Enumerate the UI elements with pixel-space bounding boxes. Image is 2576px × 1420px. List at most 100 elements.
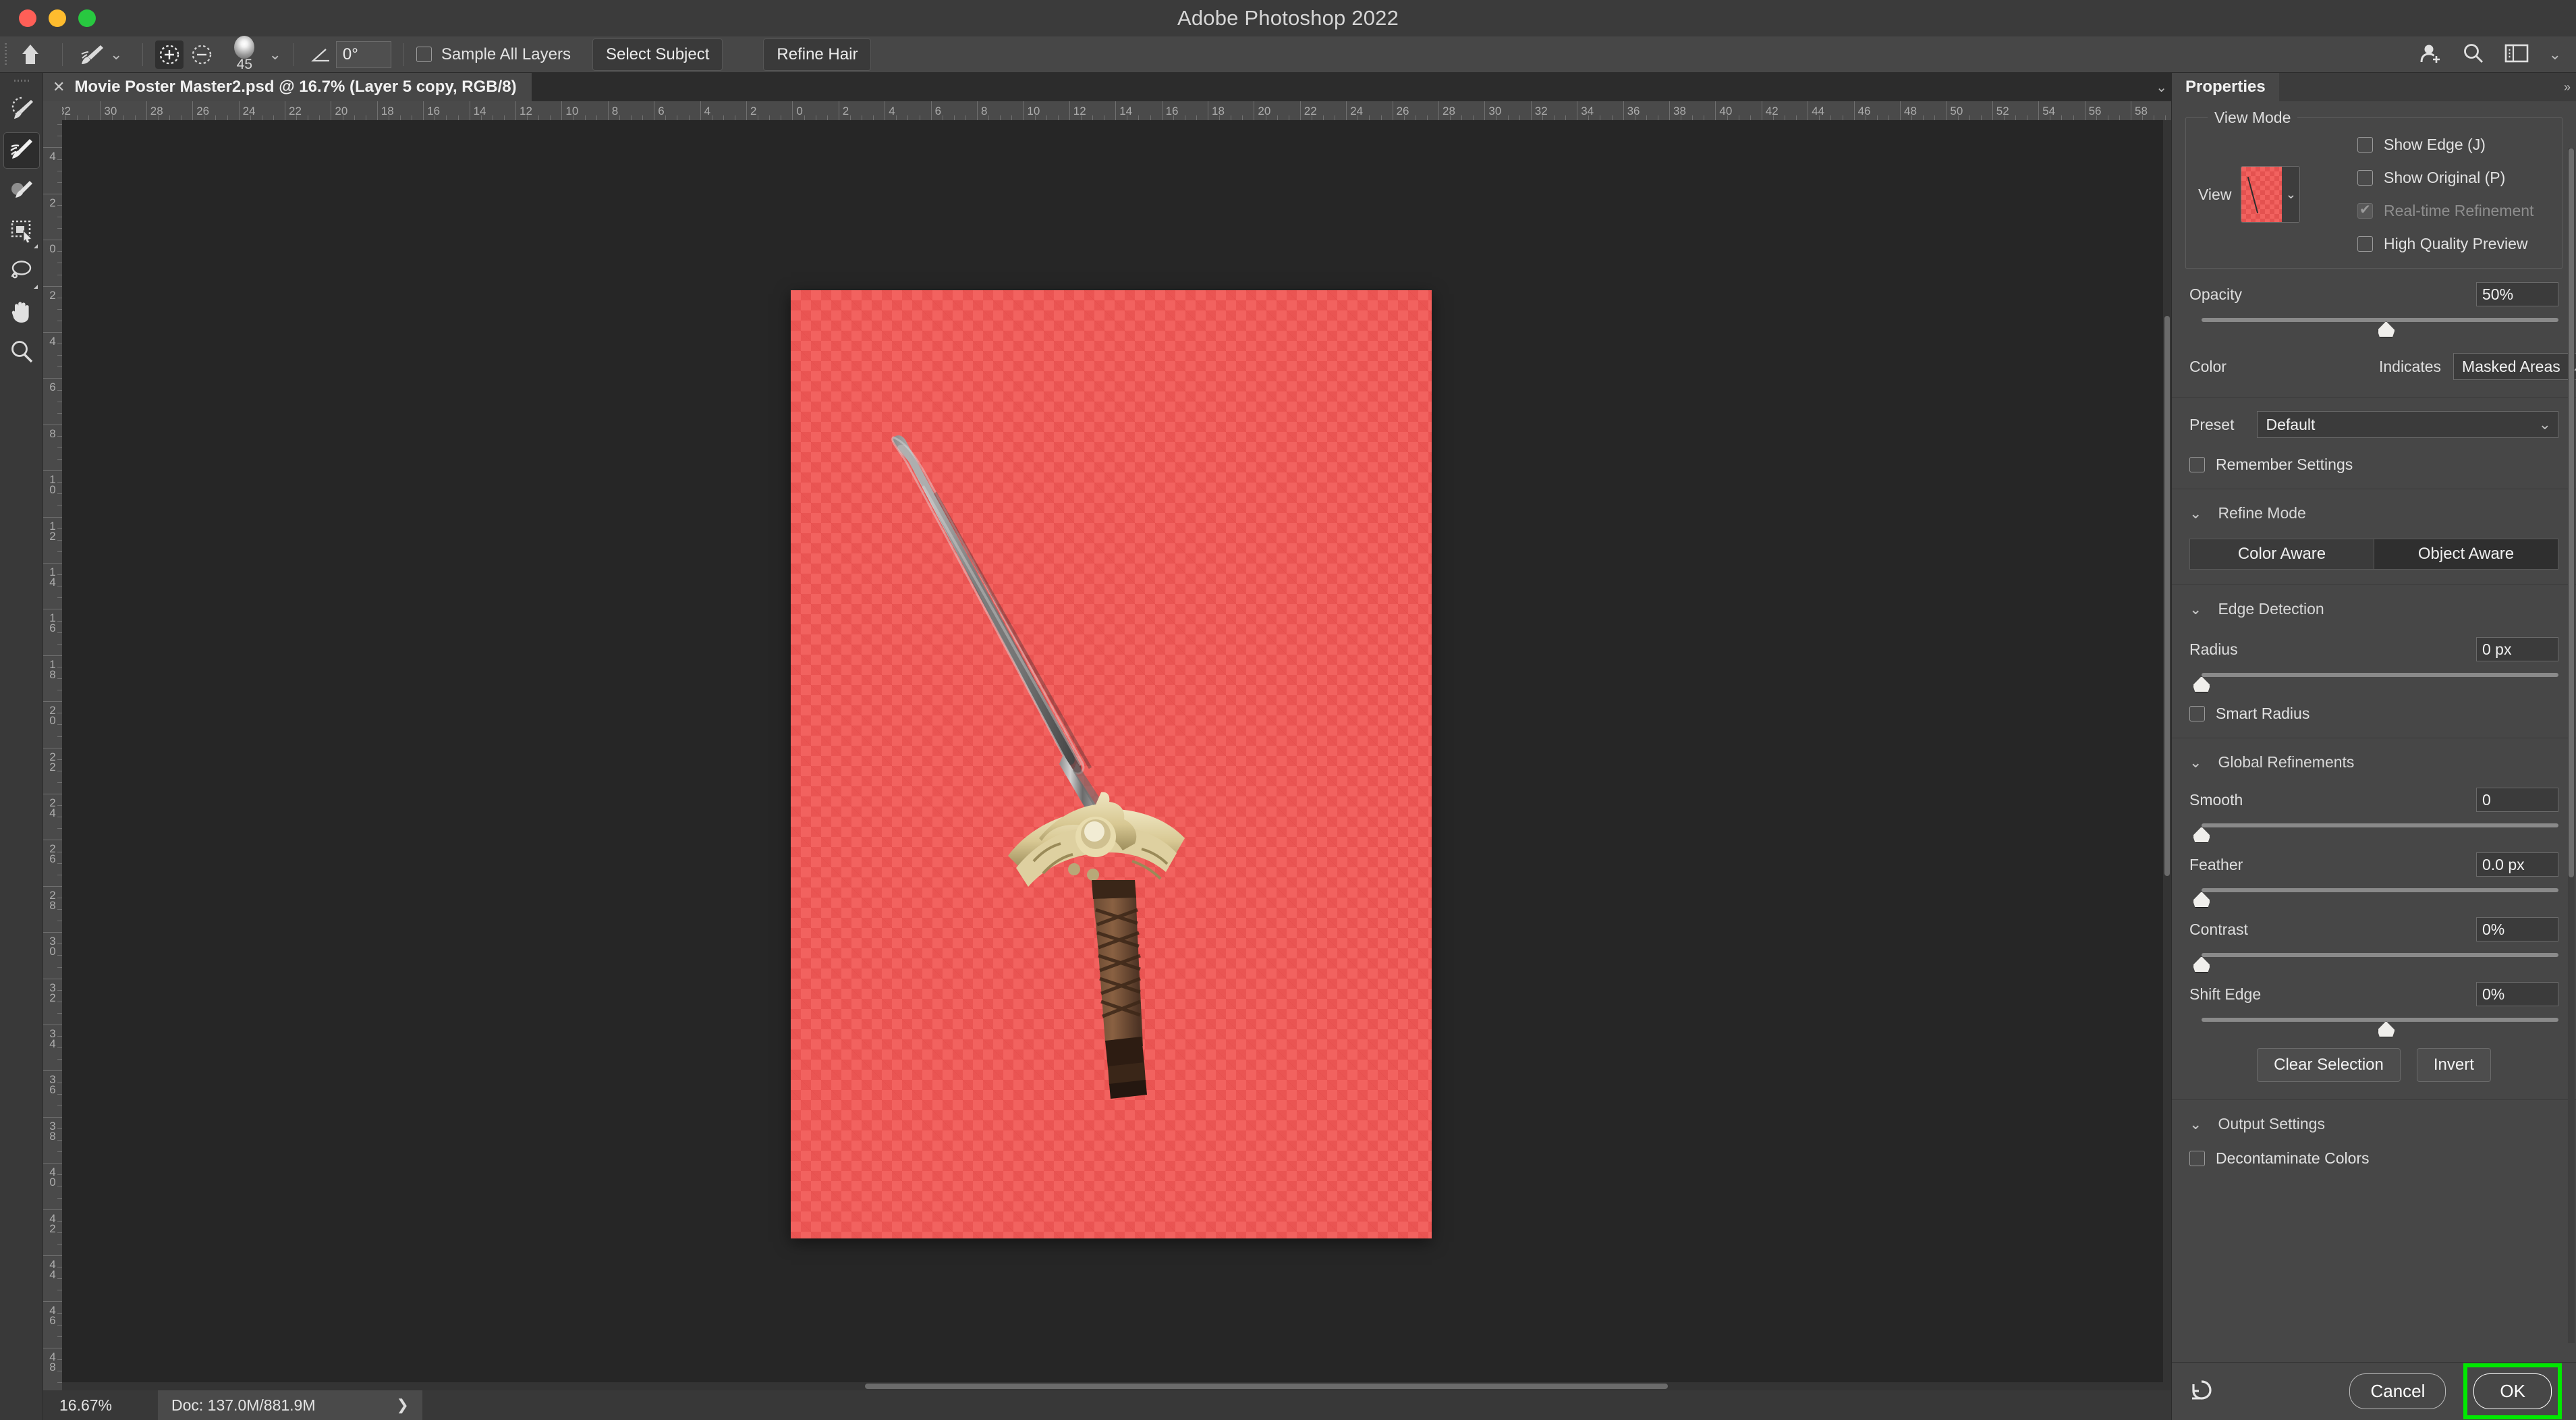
ruler-tick bbox=[931, 101, 932, 120]
checkbox-remember-settings[interactable]: Remember Settings bbox=[2172, 443, 2576, 489]
cancel-button[interactable]: Cancel bbox=[2349, 1373, 2446, 1409]
contrast-input[interactable]: 0% bbox=[2476, 917, 2558, 941]
properties-panel-scrollbar[interactable] bbox=[2568, 148, 2575, 1343]
ok-button[interactable]: OK bbox=[2473, 1373, 2552, 1409]
sidebar-item-brush-tool[interactable] bbox=[3, 173, 40, 209]
scrollbar-thumb[interactable] bbox=[2164, 316, 2170, 876]
canvas-workspace[interactable] bbox=[62, 120, 2171, 1390]
sidebar-item-lasso-tool[interactable] bbox=[3, 254, 40, 290]
checkbox-show-edge[interactable]: Show Edge (J) bbox=[2357, 136, 2533, 154]
checkbox-label: Real-time Refinement bbox=[2384, 202, 2533, 220]
feather-slider[interactable] bbox=[2189, 886, 2558, 906]
view-mode-dropdown[interactable]: ⌄ bbox=[2241, 166, 2300, 223]
sidebar-item-refine-edge-brush-tool[interactable] bbox=[3, 132, 40, 169]
close-icon[interactable]: ✕ bbox=[53, 78, 65, 96]
checkbox-smart-radius[interactable]: Smart Radius bbox=[2172, 694, 2576, 738]
radius-slider[interactable] bbox=[2189, 671, 2558, 691]
feather-input[interactable]: 0.0 px bbox=[2476, 852, 2558, 877]
section-header-output-settings[interactable]: ⌄ Output Settings bbox=[2172, 1100, 2576, 1140]
chevron-down-icon[interactable]: ⌄ bbox=[2189, 505, 2202, 522]
brush-angle-input[interactable]: 0° bbox=[336, 41, 391, 68]
ruler-minor-tick bbox=[1461, 115, 1462, 120]
chevron-down-icon[interactable]: ⌄ bbox=[2156, 79, 2167, 96]
brush-subtract-icon[interactable] bbox=[188, 40, 216, 69]
sidebar-item-zoom-tool[interactable] bbox=[3, 335, 40, 371]
shift-edge-slider[interactable] bbox=[2189, 1016, 2558, 1036]
ruler-minor-tick bbox=[550, 115, 551, 120]
sidebar-item-hand-tool[interactable] bbox=[3, 294, 40, 331]
chevron-down-icon[interactable]: ⌄ bbox=[2549, 47, 2561, 62]
chevron-down-icon[interactable]: ⌄ bbox=[2189, 1116, 2202, 1133]
checkbox-show-original[interactable]: Show Original (P) bbox=[2357, 169, 2533, 187]
preset-select[interactable]: Default ⌄ bbox=[2257, 411, 2558, 438]
brush-size-preview[interactable]: 45 bbox=[225, 36, 263, 73]
share-user-icon[interactable] bbox=[2419, 42, 2442, 68]
tools-panel-grip[interactable] bbox=[0, 73, 43, 88]
chevron-right-icon[interactable]: ❯ bbox=[397, 1396, 409, 1414]
opacity-input[interactable]: 50% bbox=[2476, 282, 2558, 306]
canvas-vertical-scrollbar[interactable] bbox=[2163, 120, 2171, 1390]
slider-knob[interactable] bbox=[2193, 676, 2210, 692]
slider-knob[interactable] bbox=[2378, 321, 2395, 337]
smooth-slider[interactable] bbox=[2189, 821, 2558, 842]
workspace-icon[interactable] bbox=[2504, 44, 2529, 66]
chevron-down-icon[interactable]: ⌄ bbox=[2189, 754, 2202, 771]
section-header-global-refinements[interactable]: ⌄ Global Refinements bbox=[2172, 738, 2576, 778]
scrollbar-thumb[interactable] bbox=[2569, 148, 2574, 877]
artboard-masked-overlay[interactable] bbox=[791, 290, 1432, 1238]
ruler-label: 3 6 bbox=[47, 1074, 58, 1095]
shift-edge-input[interactable]: 0% bbox=[2476, 982, 2558, 1006]
opacity-slider[interactable] bbox=[2189, 316, 2558, 336]
zoom-level[interactable]: 16.67% bbox=[43, 1396, 158, 1415]
ruler-minor-tick bbox=[527, 115, 528, 120]
document-info[interactable]: Doc: 137.0M/881.9M ❯ bbox=[158, 1390, 422, 1420]
tab-properties[interactable]: Properties bbox=[2172, 73, 2279, 101]
scrollbar-thumb[interactable] bbox=[865, 1384, 1668, 1389]
checkbox-decontaminate-colors[interactable]: Decontaminate Colors bbox=[2172, 1140, 2576, 1168]
tool-more-indicator bbox=[34, 244, 38, 248]
home-icon[interactable] bbox=[11, 43, 50, 66]
ruler-label: 6 bbox=[935, 105, 941, 118]
checkbox-high-quality-preview[interactable]: High Quality Preview bbox=[2357, 235, 2533, 253]
contrast-control: Contrast 0% bbox=[2172, 908, 2576, 973]
section-header-edge-detection[interactable]: ⌄ Edge Detection bbox=[2172, 585, 2576, 625]
canvas-horizontal-scrollbar[interactable] bbox=[62, 1382, 2171, 1390]
invert-button[interactable]: Invert bbox=[2417, 1048, 2491, 1082]
ruler-minor-tick bbox=[1000, 115, 1001, 120]
document-tab[interactable]: ✕ Movie Poster Master2.psd @ 16.7% (Laye… bbox=[43, 73, 532, 101]
chevron-down-icon[interactable]: ⌄ bbox=[2282, 167, 2299, 222]
slider-knob[interactable] bbox=[2378, 1021, 2395, 1037]
slider-knob[interactable] bbox=[2193, 892, 2210, 908]
segment-object-aware[interactable]: Object Aware bbox=[2374, 539, 2558, 570]
sidebar-item-quick-selection-tool[interactable] bbox=[3, 92, 40, 128]
options-bar-grip[interactable] bbox=[0, 36, 11, 73]
segment-color-aware[interactable]: Color Aware bbox=[2189, 539, 2374, 570]
chevron-down-icon[interactable]: ⌄ bbox=[269, 47, 281, 62]
ruler-label: 22 bbox=[1304, 105, 1317, 118]
ruler-minor-tick bbox=[57, 782, 62, 783]
search-icon[interactable] bbox=[2463, 43, 2484, 67]
select-subject-button[interactable]: Select Subject bbox=[592, 38, 723, 71]
brush-add-icon[interactable] bbox=[155, 40, 184, 69]
ruler-minor-tick bbox=[57, 805, 62, 806]
radius-input[interactable]: 0 px bbox=[2476, 637, 2558, 661]
smooth-input[interactable]: 0 bbox=[2476, 788, 2558, 812]
section-header-refine-mode[interactable]: ⌄ Refine Mode bbox=[2172, 489, 2576, 529]
ruler-minor-tick bbox=[1046, 115, 1047, 120]
chevron-down-icon[interactable]: ⌄ bbox=[2189, 601, 2202, 618]
reset-icon[interactable] bbox=[2187, 1375, 2214, 1408]
horizontal-ruler[interactable]: 3230282624222018161412108642024681012141… bbox=[62, 101, 2171, 120]
contrast-slider[interactable] bbox=[2189, 951, 2558, 971]
quick-selection-brush-icon[interactable] bbox=[75, 43, 110, 66]
slider-knob[interactable] bbox=[2193, 827, 2210, 843]
sidebar-item-object-selection-tool[interactable] bbox=[3, 213, 40, 250]
ruler-label: 22 bbox=[289, 105, 302, 118]
indicates-select[interactable]: Masked Areas ⌄ bbox=[2453, 353, 2576, 380]
clear-selection-button[interactable]: Clear Selection bbox=[2257, 1048, 2401, 1082]
panel-menu-chevron-down-icon[interactable]: » bbox=[2564, 73, 2576, 101]
sample-all-layers-checkbox[interactable]: Sample All Layers bbox=[416, 45, 571, 64]
refine-hair-button[interactable]: Refine Hair bbox=[763, 38, 871, 71]
chevron-down-icon[interactable]: ⌄ bbox=[110, 47, 122, 62]
slider-knob[interactable] bbox=[2193, 956, 2210, 973]
vertical-ruler[interactable]: 642024681 01 21 41 61 82 02 22 42 62 83 … bbox=[43, 120, 62, 1390]
